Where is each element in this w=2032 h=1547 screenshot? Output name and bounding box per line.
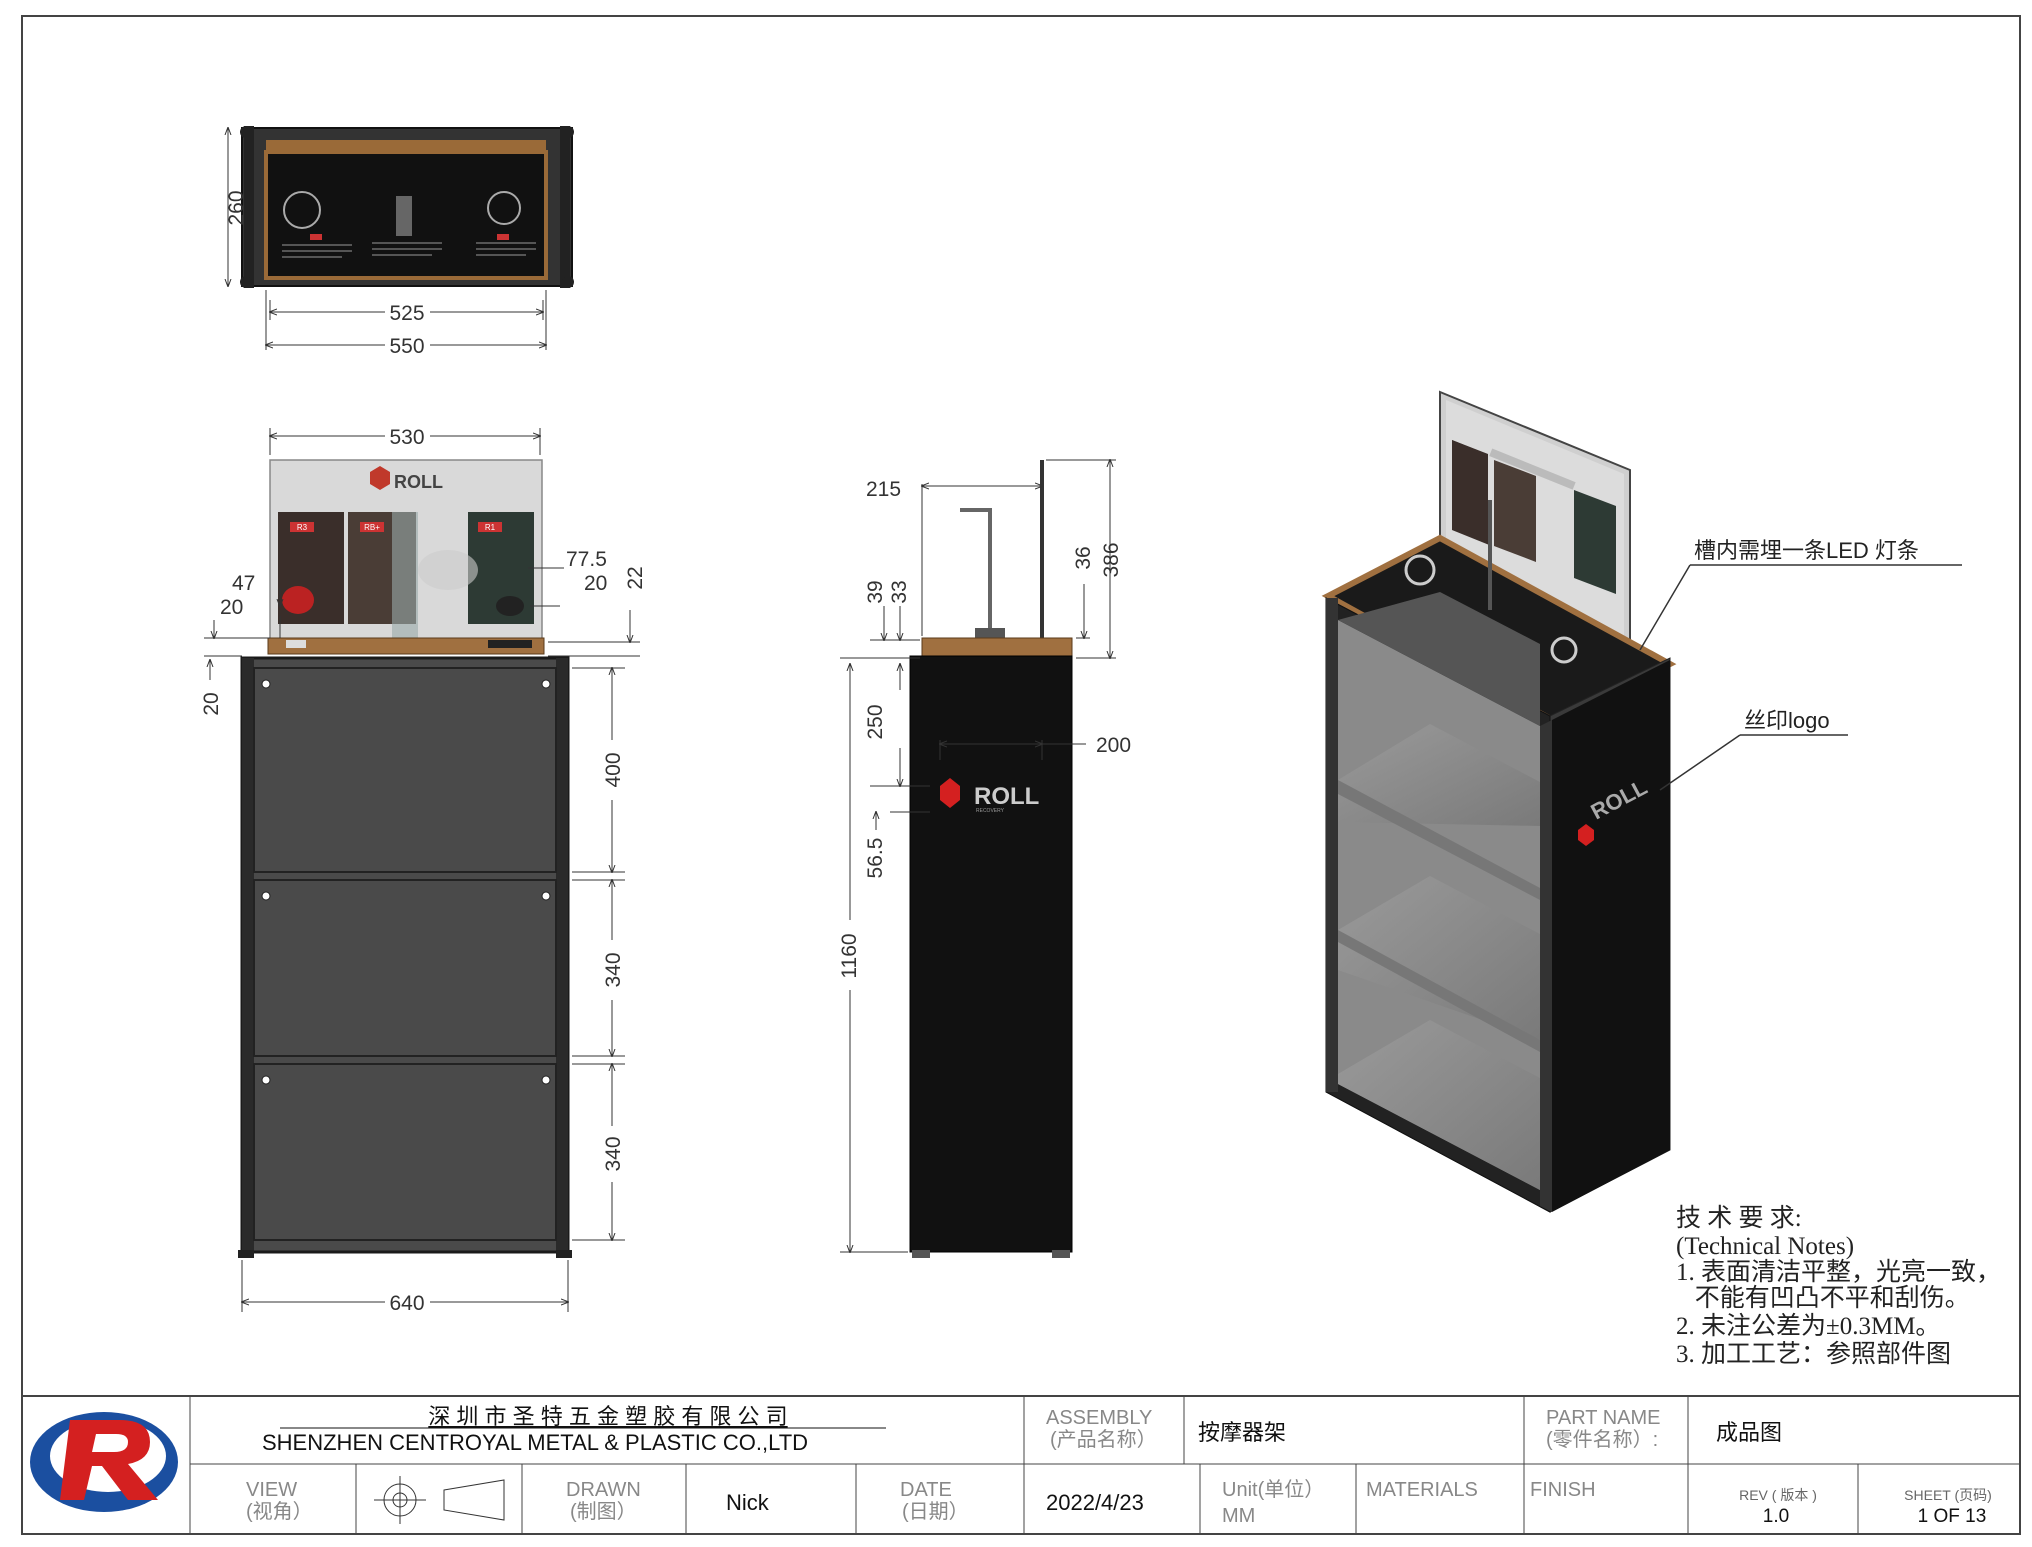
finish-label: FINISH — [1530, 1479, 1596, 1501]
dim-47: 47 — [232, 572, 255, 595]
sign-product-3: R1 — [485, 523, 496, 532]
notes-title: 技 术 要 求: — [1676, 1204, 1802, 1232]
side-brand: ROLL — [974, 783, 1039, 810]
dim-base-width: 640 — [389, 1292, 424, 1315]
dim-39: 39 — [864, 580, 887, 603]
dim-depth: 260 — [225, 190, 248, 225]
dim-20b: 20 — [584, 572, 607, 595]
rev-value: 1.0 — [1763, 1506, 1789, 1527]
technical-notes: 技 术 要 求: (Technical Notes) 1. 表面清洁平整，光亮一… — [1676, 1204, 2001, 1368]
drawing-sheet: 260 525 550 530 ROLL R3 RB+ R1 47 20 77.… — [0, 0, 2032, 1542]
company-name-en: SHENZHEN CENTROYAL METAL & PLASTIC CO.,L… — [262, 1430, 808, 1455]
side-view: ROLL RECOVERY 215 386 36 39 33 250 56.5 … — [838, 460, 1131, 1258]
drawn-label-cn: (制图） — [570, 1500, 637, 1523]
part-name-label: PART NAME — [1546, 1407, 1660, 1429]
dim-1160: 1160 — [838, 933, 861, 978]
dim-386: 386 — [1100, 542, 1123, 577]
side-cabinet — [909, 655, 1073, 1253]
dim-250: 250 — [864, 704, 887, 739]
dim-56-5: 56.5 — [864, 838, 887, 879]
date-label-cn: (日期） — [902, 1500, 969, 1523]
dim-inner-width: 525 — [389, 302, 424, 325]
dim-215: 215 — [866, 478, 901, 501]
dim-outer-width: 550 — [389, 335, 424, 358]
dim-shelf-340a: 340 — [602, 952, 625, 987]
company-name-cn: 深 圳 市 圣 特 五 金 塑 胶 有 限 公 司 — [428, 1404, 787, 1429]
drawn-value: Nick — [726, 1490, 770, 1515]
assembly-label-cn: (产品名称） — [1050, 1428, 1157, 1451]
notes-item-1b: 不能有凹凸不平和刮伤。 — [1676, 1284, 1970, 1312]
dim-22: 22 — [624, 566, 647, 589]
title-block: 深 圳 市 圣 特 五 金 塑 胶 有 限 公 司 SHENZHEN CENTR… — [21, 1395, 2021, 1535]
sign-brand: ROLL — [394, 472, 443, 492]
front-view: 530 ROLL R3 RB+ R1 47 20 77.5 20 22 20 4… — [200, 426, 647, 1315]
sign-product-1: R3 — [297, 523, 308, 532]
view-label-cn: (视角） — [246, 1500, 313, 1523]
drawn-label: DRAWN — [566, 1479, 641, 1501]
rev-label: REV ( 版本 ) — [1739, 1487, 1817, 1503]
callout-logo: 丝印logo — [1744, 708, 1830, 733]
sign-product-2: RB+ — [364, 523, 380, 532]
callout-led: 槽内需埋一条LED 灯条 — [1694, 538, 1919, 563]
view-label: VIEW — [246, 1479, 297, 1501]
dim-sign-width: 530 — [389, 426, 424, 449]
date-label: DATE — [900, 1479, 952, 1501]
dim-36: 36 — [1072, 546, 1095, 569]
side-brand-sub: RECOVERY — [976, 808, 1005, 814]
assembly-label: ASSEMBLY — [1046, 1407, 1152, 1429]
assembly-value: 按摩器架 — [1198, 1420, 1286, 1445]
notes-item-2: 2. 未注公差为±0.3MM。 — [1676, 1312, 1940, 1340]
dim-77-5: 77.5 — [566, 548, 607, 571]
dim-200: 200 — [1096, 734, 1131, 757]
unit-label: Unit(单位） — [1222, 1478, 1324, 1501]
part-name-label-cn: (零件名称）: — [1546, 1428, 1658, 1451]
dim-20c: 20 — [200, 692, 223, 715]
top-view: 260 525 550 — [225, 126, 574, 358]
notes-item-1: 1. 表面清洁平整，光亮一致， — [1676, 1258, 2001, 1286]
notes-item-3: 3. 加工工艺：参照部件图 — [1676, 1340, 1951, 1368]
date-value: 2022/4/23 — [1046, 1490, 1144, 1515]
dim-20a: 20 — [220, 596, 243, 619]
part-name-value: 成品图 — [1716, 1420, 1782, 1445]
sheet-label: SHEET (页码) — [1904, 1487, 1992, 1503]
drawing-canvas: 260 525 550 530 ROLL R3 RB+ R1 47 20 77.… — [21, 15, 2021, 1535]
dim-33: 33 — [888, 580, 911, 603]
dim-shelf-340b: 340 — [602, 1136, 625, 1171]
company-logo — [30, 1412, 178, 1512]
unit-value: MM — [1222, 1505, 1255, 1527]
sheet-value: 1 OF 13 — [1918, 1506, 1987, 1527]
materials-label: MATERIALS — [1366, 1479, 1478, 1501]
notes-subtitle: (Technical Notes) — [1676, 1233, 1854, 1260]
dim-shelf-400: 400 — [602, 752, 625, 787]
iso-view: ROLL 槽内需埋一条LED 灯条 丝印logo — [1321, 390, 1962, 1213]
